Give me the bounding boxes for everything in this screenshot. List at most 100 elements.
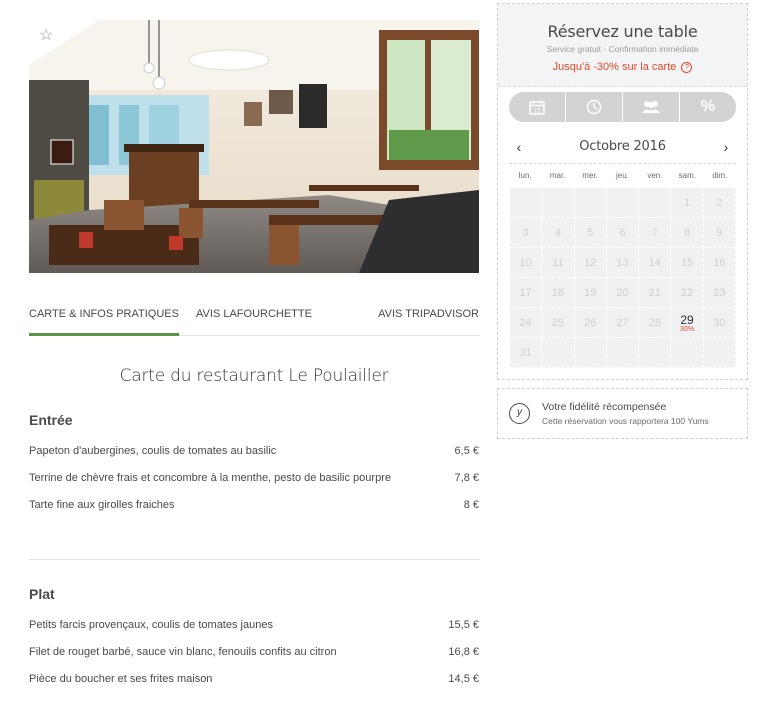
calendar-day-disabled: 31 — [510, 338, 543, 368]
clock-icon — [586, 99, 602, 115]
calendar-empty-cell — [639, 188, 672, 218]
booking-promo: Jusqu'à -30% sur la carte? — [498, 61, 747, 73]
calendar-day-available[interactable]: 29 30% — [671, 308, 704, 338]
calendar-day-disabled: 1 — [671, 188, 704, 218]
calendar-day-disabled: 23 — [703, 278, 736, 308]
menu-title: Carte du restaurant Le Poulailler — [119, 366, 389, 386]
calendar-day-disabled: 9 — [703, 218, 736, 248]
weekday-label: mar. — [549, 171, 566, 180]
chevron-right-icon[interactable]: › — [716, 139, 736, 155]
dish-price: 14,5 € — [448, 673, 479, 685]
tab-carte-infos[interactable]: CARTE & INFOS PRATIQUES — [29, 295, 179, 336]
weekday-label: lun. — [518, 171, 532, 180]
loyalty-title: Votre fidélité récompensée — [542, 401, 667, 413]
calendar-empty-cell — [606, 338, 640, 368]
calendar-day-disabled: 30 — [703, 308, 736, 338]
calendar-day-disabled: 3 — [510, 218, 543, 248]
step-offer[interactable]: % — [680, 92, 736, 122]
calendar-day-disabled: 21 — [639, 278, 672, 308]
loyalty-banner: y Votre fidélité récompensée Cette réser… — [497, 388, 748, 439]
booking-steps: 12 % — [509, 92, 736, 122]
booking-subtitle: Service gratuit - Confirmation immédiate — [546, 44, 699, 54]
people-icon — [642, 101, 660, 113]
step-people[interactable] — [623, 92, 680, 122]
calendar-empty-cell — [510, 188, 543, 218]
section-heading: Entrée — [29, 412, 73, 428]
dish-row: Terrine de chèvre frais et concombre à l… — [29, 471, 479, 498]
booking-header: Réservez une table Service gratuit - Con… — [498, 4, 747, 87]
calendar-day-disabled: 14 — [639, 248, 672, 278]
day-promo: 30% — [680, 326, 695, 333]
calendar-day-disabled: 17 — [510, 278, 543, 308]
yums-icon: y — [509, 403, 530, 424]
calendar-empty-cell — [703, 338, 736, 368]
calendar-day-disabled: 16 — [703, 248, 736, 278]
calendar-day-disabled: 7 — [639, 218, 672, 248]
calendar-day-disabled: 2 — [703, 188, 736, 218]
tab-avis-lafourchette[interactable]: AVIS LAFOURCHETTE — [179, 295, 329, 335]
loyalty-text: Votre fidélité récompensée Cette réserva… — [542, 401, 709, 426]
calendar-empty-cell — [542, 338, 575, 368]
star-outline-icon[interactable]: ☆ — [39, 27, 57, 45]
weekday-label: sam. — [678, 171, 697, 180]
dish-row: Petits farcis provençaux, coulis de toma… — [29, 618, 479, 645]
calendar-day-disabled: 26 — [574, 308, 607, 338]
calendar-empty-cell — [574, 188, 607, 218]
calendar-day-disabled: 25 — [542, 308, 575, 338]
calendar-icon: 12 — [529, 100, 545, 115]
calendar-day-disabled: 4 — [542, 218, 575, 248]
calendar-day-disabled: 11 — [542, 248, 575, 278]
calendar-month: Octobre 2016 — [579, 139, 666, 154]
dish-name: Pièce du boucher et ses frites maison — [29, 673, 213, 685]
dish-price: 16,8 € — [448, 646, 479, 658]
dish-name: Tarte fine aux girolles fraiches — [29, 499, 175, 511]
calendar-day-disabled: 13 — [606, 248, 640, 278]
dish-name: Papeton d'aubergines, coulis de tomates … — [29, 445, 277, 457]
calendar-day-disabled: 15 — [671, 248, 704, 278]
calendar-nav: ‹ Octobre 2016 › — [509, 130, 736, 164]
calendar-day-disabled: 10 — [510, 248, 543, 278]
restaurant-photo[interactable]: ☆ — [29, 20, 479, 273]
calendar-day-disabled: 6 — [606, 218, 640, 248]
calendar-empty-cell — [639, 338, 672, 368]
dish-row: Tarte fine aux girolles fraiches 8 € — [29, 498, 479, 525]
loyalty-subtitle: Cette réservation vous rapportera 100 Yu… — [542, 416, 709, 426]
dish-name: Terrine de chèvre frais et concombre à l… — [29, 472, 391, 484]
question-circle-icon[interactable]: ? — [681, 62, 693, 73]
calendar-day-disabled: 24 — [510, 308, 543, 338]
restaurant-main: ☆ CARTE & INFOS PRATIQUES AVIS LAFOURCHE… — [29, 20, 479, 699]
chevron-left-icon[interactable]: ‹ — [509, 139, 529, 155]
svg-text:12: 12 — [534, 108, 541, 114]
calendar-day-disabled: 12 — [574, 248, 607, 278]
dish-name: Filet de rouget barbé, sauce vin blanc, … — [29, 646, 337, 658]
calendar-day-disabled: 28 — [639, 308, 672, 338]
calendar-empty-cell — [574, 338, 607, 368]
calendar-empty-cell — [671, 338, 704, 368]
booking-widget: Réservez une table Service gratuit - Con… — [497, 3, 748, 380]
weekday-label: dim. — [712, 171, 728, 180]
calendar-weekdays: lun. mar. mer. jeu. ven. sam. dim. — [509, 164, 736, 188]
menu-section-entree: Entrée Papeton d'aubergines, coulis de t… — [29, 412, 479, 525]
calendar-day-disabled: 27 — [606, 308, 640, 338]
calendar-day-disabled: 19 — [574, 278, 607, 308]
calendar-day-disabled: 5 — [574, 218, 607, 248]
step-date[interactable]: 12 — [509, 92, 566, 122]
step-time[interactable] — [566, 92, 623, 122]
calendar-grid: 1 2 3 4 5 6 7 8 9 10 11 12 13 14 15 16 17 18 19 20 21 22 23 24 2… — [509, 188, 736, 368]
calendar: ‹ Octobre 2016 › lun. mar. mer. jeu. ven. sam… — [509, 130, 736, 368]
booking-title: Réservez une table — [547, 22, 698, 41]
dish-price: 6,5 € — [454, 445, 479, 457]
dish-price: 15,5 € — [448, 619, 479, 631]
dish-price: 8 € — [463, 499, 479, 511]
weekday-label: ven. — [647, 171, 663, 180]
tab-avis-tripadvisor[interactable]: AVIS TRIPADVISOR — [329, 295, 479, 335]
day-number: 29 — [680, 313, 694, 327]
dish-row: Papeton d'aubergines, coulis de tomates … — [29, 444, 479, 471]
dish-row: Pièce du boucher et ses frites maison 14… — [29, 672, 479, 699]
calendar-empty-cell — [542, 188, 575, 218]
calendar-day-disabled: 20 — [606, 278, 640, 308]
section-heading: Plat — [29, 586, 55, 602]
percent-icon: % — [700, 98, 716, 115]
info-tabs: CARTE & INFOS PRATIQUES AVIS LAFOURCHETT… — [29, 295, 479, 336]
calendar-day-disabled: 8 — [671, 218, 704, 248]
